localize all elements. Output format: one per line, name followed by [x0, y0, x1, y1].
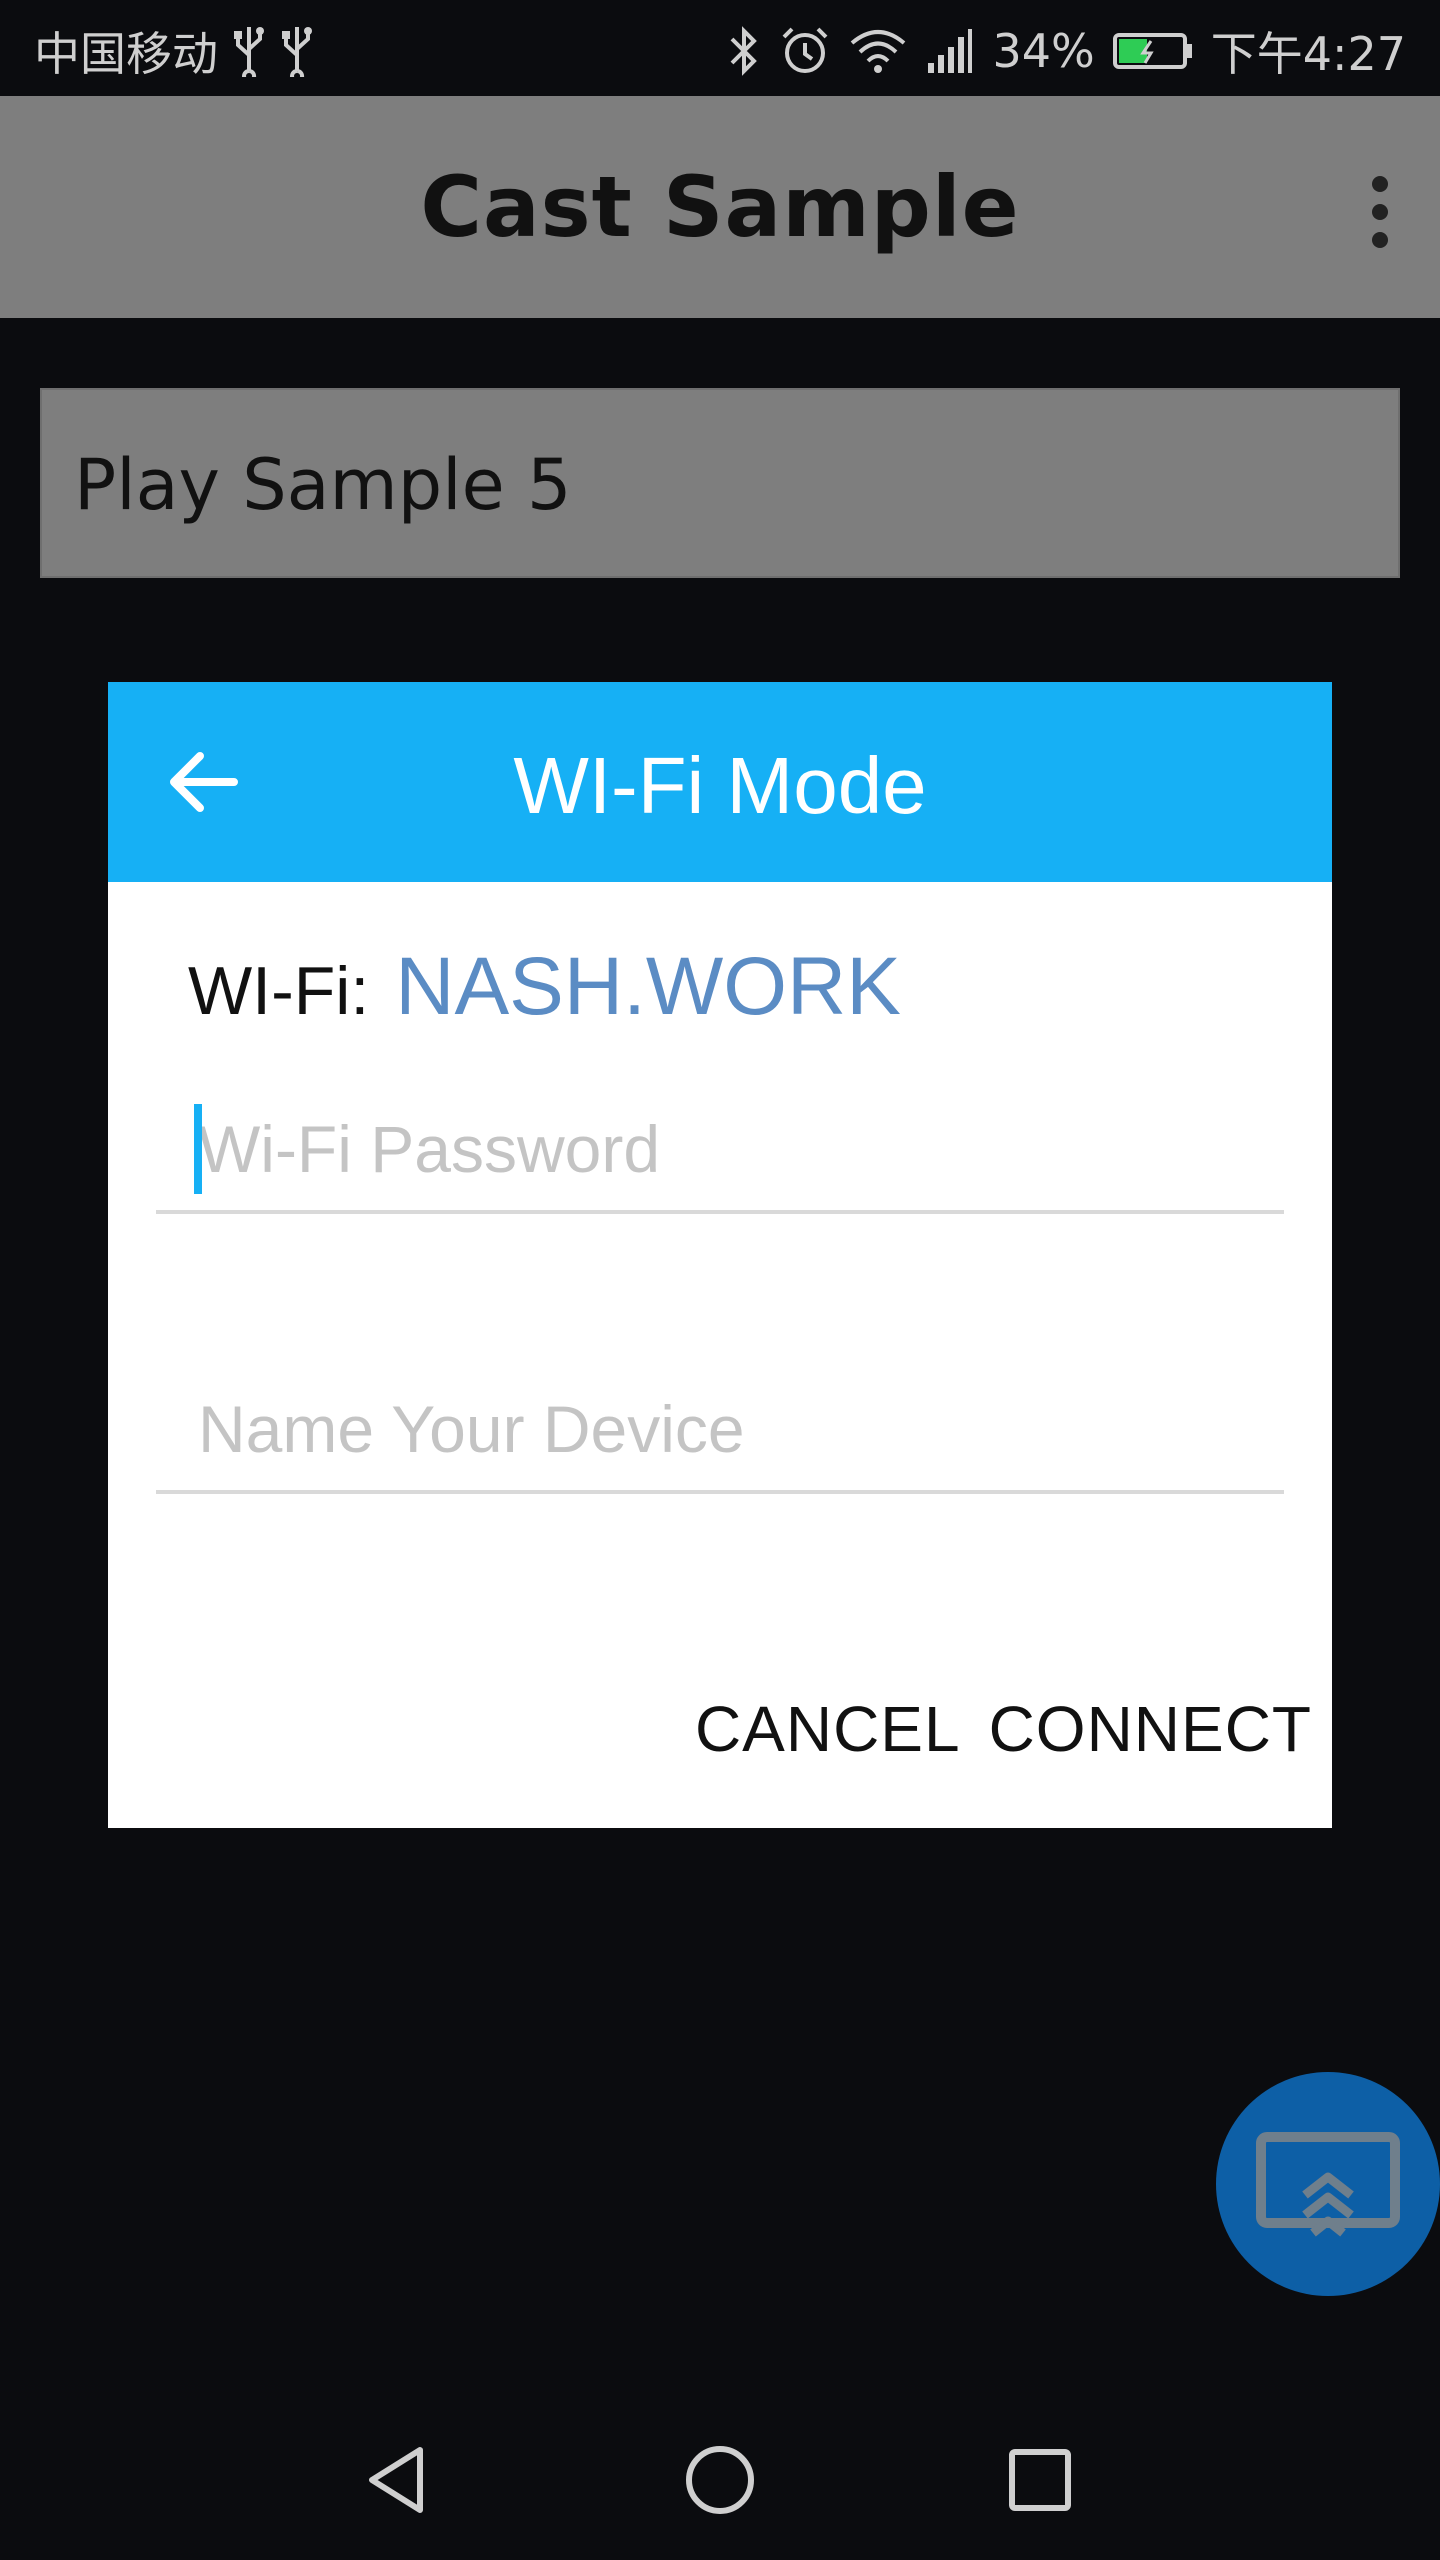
bluetooth-icon [726, 21, 762, 81]
clock: 下午4:27 [1210, 27, 1406, 81]
battery-percent: 34% [992, 24, 1095, 78]
cast-screen-icon [1256, 2132, 1400, 2237]
usb-icon [232, 21, 266, 81]
wifi-mode-dialog: WI-Fi Mode WI-Fi: NASH.WORK CANCEL CONNE… [108, 682, 1332, 1828]
battery-icon [1112, 21, 1193, 81]
back-nav-icon[interactable] [360, 2440, 440, 2520]
wifi-network-row: WI-Fi: NASH.WORK [188, 940, 901, 1034]
app-bar: Cast Sample [0, 96, 1440, 318]
app-title: Cast Sample [420, 158, 1020, 256]
text-cursor [194, 1104, 202, 1194]
device-name-field-container [156, 1374, 1284, 1494]
cast-button[interactable] [1216, 2072, 1440, 2296]
home-nav-icon[interactable] [680, 2440, 760, 2520]
usb-icon [280, 21, 314, 81]
connect-button[interactable]: CONNECT [989, 1692, 1312, 1766]
navigation-bar [0, 2400, 1440, 2560]
wifi-password-input[interactable] [196, 1094, 1276, 1204]
cancel-button[interactable]: CANCEL [695, 1692, 961, 1766]
signal-icon [926, 21, 974, 81]
carrier-label: 中国移动 [34, 27, 218, 81]
wifi-ssid: NASH.WORK [395, 941, 901, 1032]
alarm-icon [780, 21, 830, 81]
dialog-header: WI-Fi Mode [108, 682, 1332, 882]
dialog-title: WI-Fi Mode [513, 741, 927, 830]
wifi-label: WI-Fi: [188, 953, 370, 1029]
more-options-icon[interactable] [1360, 172, 1400, 252]
wifi-icon [848, 21, 908, 81]
status-bar: 中国移动 34% 下午4:27 [0, 0, 1440, 96]
device-name-input[interactable] [196, 1374, 1276, 1484]
play-sample-button[interactable]: Play Sample 5 [40, 388, 1400, 578]
password-field-container [156, 1094, 1284, 1214]
dialog-actions: CANCEL CONNECT [695, 1692, 1312, 1766]
recents-nav-icon[interactable] [1000, 2440, 1080, 2520]
